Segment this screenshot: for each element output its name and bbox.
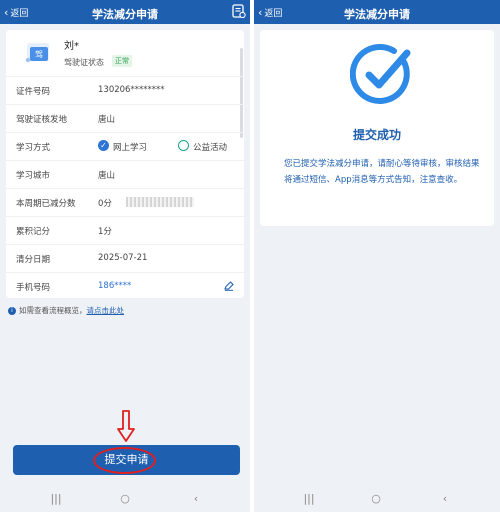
home-button[interactable]: ○ <box>118 492 132 506</box>
nav-back-button[interactable]: ‹ <box>189 492 203 506</box>
application-form: 驾 刘* 驾驶证状态 正常 证件号码 130206******** 驾驶证核发地… <box>6 30 244 298</box>
driver-name: 刘* <box>64 41 79 52</box>
success-card: 提交成功 您已提交学法减分申请，请耐心等待审核，审核结果将通过短信、App消息等… <box>260 30 494 226</box>
recent-apps-button[interactable]: ||| <box>49 492 63 506</box>
recent-apps-button[interactable]: ||| <box>302 492 316 506</box>
row-clear-date: 清分日期 2025-07-21 <box>6 244 244 272</box>
row-label: 学习方式 <box>16 143 51 153</box>
document-icon[interactable] <box>232 4 246 19</box>
license-status-label: 驾驶证状态 <box>64 58 104 67</box>
submit-label: 提交申请 <box>104 453 149 466</box>
success-message: 您已提交学法减分申请，请耐心等待审核，审核结果将通过短信、App消息等方式告知，… <box>284 159 480 185</box>
status-badge: 正常 <box>112 55 132 67</box>
row-value: 1分 <box>98 227 112 237</box>
page-title: 学法减分申请 <box>344 8 410 21</box>
check-icon: ✓ <box>100 141 107 150</box>
nav-back-button[interactable]: ‹ <box>438 492 452 506</box>
row-phone: 手机号码 186**** <box>6 272 244 300</box>
row-issuing-place: 驾驶证核发地 唐山 <box>6 104 244 132</box>
row-value: 2025-07-21 <box>98 253 148 263</box>
row-label: 累积记分 <box>16 227 51 237</box>
system-navbar: ||| ○ ‹ <box>254 488 500 512</box>
home-button[interactable]: ○ <box>369 492 383 506</box>
edit-icon[interactable] <box>224 281 234 291</box>
row-label: 学习城市 <box>16 171 51 181</box>
profile-section: 驾 刘* 驾驶证状态 正常 <box>6 30 244 76</box>
arrow-down-icon <box>117 410 135 442</box>
radio-public-activity[interactable] <box>178 140 189 151</box>
row-value: 唐山 <box>98 115 116 125</box>
radio-public-activity-label[interactable]: 公益活动 <box>193 141 227 153</box>
row-points-reduced: 本周期已减分数 0分 <box>6 188 244 216</box>
radio-online-study[interactable]: ✓ <box>98 140 109 151</box>
row-value: 0分 <box>98 199 112 209</box>
row-value: 130206******** <box>98 85 165 95</box>
process-info: i 如需查看流程概览， 请点击此处 <box>8 305 124 316</box>
row-study-city: 学习城市 唐山 <box>6 160 244 188</box>
row-label: 清分日期 <box>16 255 51 265</box>
license-icon: 驾 <box>25 43 49 63</box>
row-accumulated-points: 累积记分 1分 <box>6 216 244 244</box>
radio-online-study-label[interactable]: 网上学习 <box>113 141 147 153</box>
row-value: 唐山 <box>98 171 116 181</box>
success-screen: ‹ 返回 学法减分申请 提交成功 您已提交学法减分申请，请耐心等待审核，审核结果… <box>254 0 500 512</box>
row-study-method: 学习方式 ✓ 网上学习 公益活动 <box>6 132 244 160</box>
license-icon-text: 驾 <box>35 49 43 59</box>
blurred-redaction <box>126 197 194 207</box>
page-title: 学法减分申请 <box>92 8 158 21</box>
info-text: 如需查看流程概览， <box>19 306 87 315</box>
row-label: 本周期已减分数 <box>16 199 76 209</box>
top-bar: ‹ 返回 学法减分申请 <box>0 0 250 24</box>
info-icon: i <box>8 306 16 315</box>
row-label: 手机号码 <box>16 283 51 293</box>
row-id-number: 证件号码 130206******** <box>6 76 244 104</box>
phone-value: 186**** <box>98 281 132 291</box>
apply-screen: ‹ 返回 学法减分申请 驾 刘* 驾驶证状态 正常 证件号码 130206*** <box>0 0 250 512</box>
success-title: 提交成功 <box>352 128 401 142</box>
row-label: 证件号码 <box>16 87 51 97</box>
row-label: 驾驶证核发地 <box>16 115 68 125</box>
process-overview-link[interactable]: 请点击此处 <box>87 305 125 316</box>
system-navbar: ||| ○ ‹ <box>0 488 250 512</box>
top-bar: ‹ 返回 学法减分申请 <box>254 0 500 24</box>
success-check-icon <box>350 44 411 104</box>
